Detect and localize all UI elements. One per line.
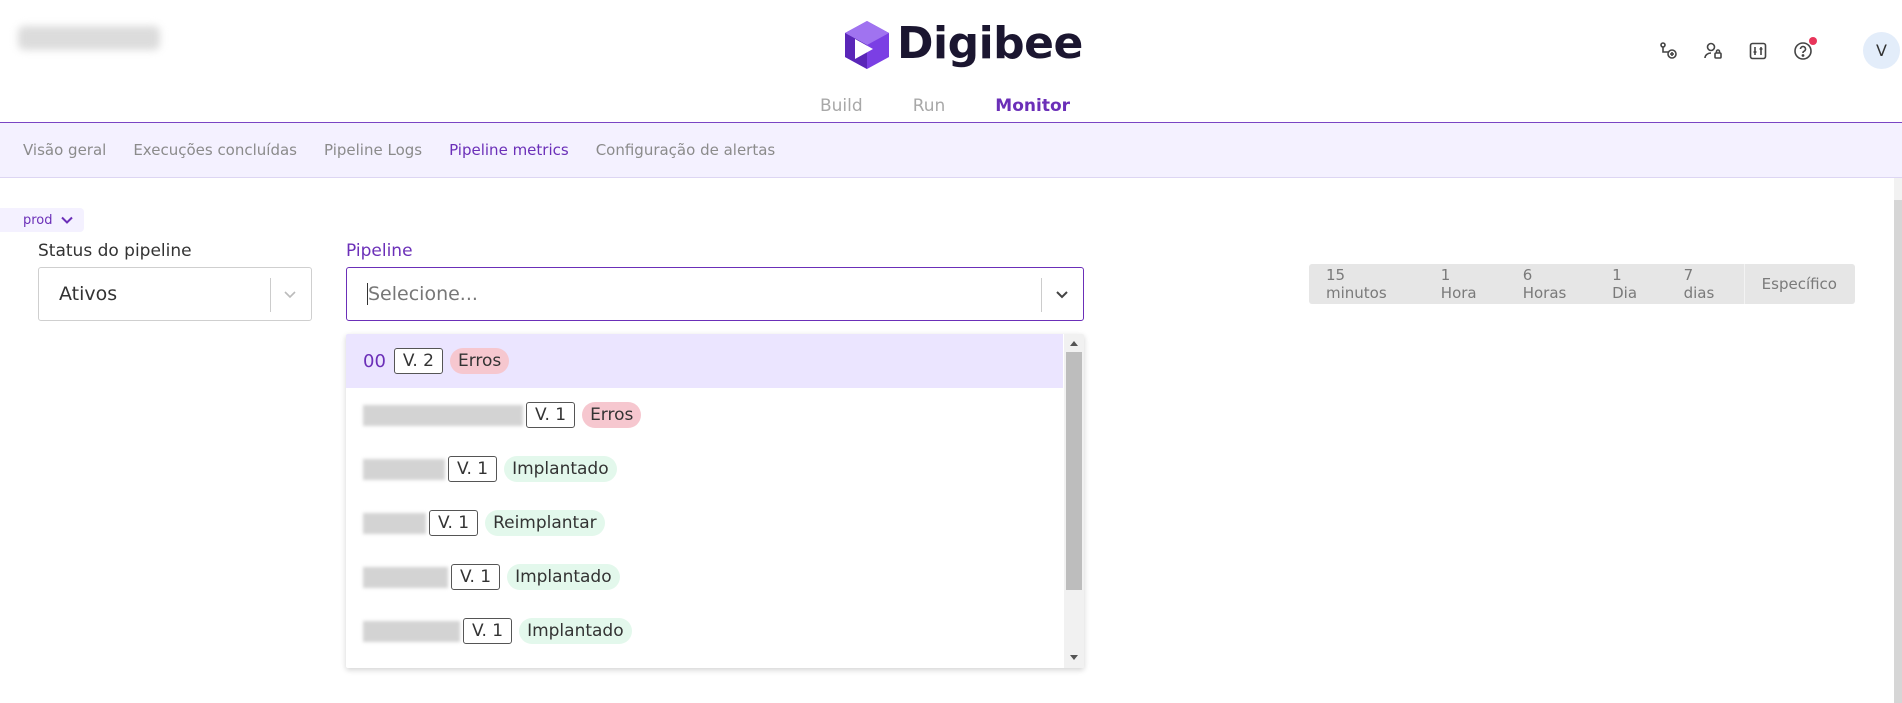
time-range-15min[interactable]: 15 minutos: [1309, 264, 1424, 304]
time-range-selector: 15 minutos 1 Hora 6 Horas 1 Dia 7 dias E…: [1309, 264, 1855, 304]
time-range-1d[interactable]: 1 Dia: [1595, 264, 1667, 304]
status-badge: Erros: [582, 402, 642, 428]
pipeline-option[interactable]: V. 1 Implantado: [346, 550, 1063, 604]
user-avatar[interactable]: V: [1863, 32, 1900, 69]
realm-name-blurred: [18, 26, 160, 50]
environment-selector[interactable]: prod: [0, 208, 84, 232]
help-icon[interactable]: [1791, 36, 1817, 63]
pipeline-name-blurred: [363, 512, 426, 534]
chevron-down-icon[interactable]: [1053, 285, 1071, 303]
header-actions: V: [1656, 32, 1900, 69]
pipeline-select-placeholder: Selecione...: [368, 283, 478, 305]
version-badge: V. 2: [393, 348, 443, 374]
dropdown-scrollbar-thumb[interactable]: [1066, 352, 1082, 590]
monitor-subnav: Visão geral Execuções concluídas Pipelin…: [0, 122, 1902, 178]
chevron-down-icon: [60, 216, 73, 224]
scroll-up-arrow-icon[interactable]: [1068, 338, 1080, 348]
status-badge: Erros: [449, 348, 510, 374]
select-separator: [1041, 278, 1042, 312]
version-badge: V. 1: [429, 510, 479, 536]
time-range-1h[interactable]: 1 Hora: [1424, 264, 1506, 304]
status-badge: Implantado: [504, 456, 617, 482]
main-tabs: Build Run Monitor: [820, 96, 1120, 116]
subnav-item-completed-executions[interactable]: Execuções concluídas: [133, 141, 297, 159]
time-range-specific[interactable]: Específico: [1743, 264, 1855, 304]
logo-text: Digibee: [897, 18, 1083, 69]
app-header: Digibee V Build Run Monitor: [0, 0, 1902, 122]
page-scrollbar-thumb[interactable]: [1894, 200, 1902, 703]
notification-dot: [1809, 36, 1817, 45]
pipeline-option[interactable]: V. 1 Erros: [346, 388, 1063, 442]
tab-build[interactable]: Build: [820, 96, 863, 116]
pipeline-option[interactable]: 00 V. 2 Erros: [346, 334, 1063, 388]
pipeline-name-blurred: [363, 458, 445, 480]
chevron-down-icon: [284, 291, 296, 299]
select-separator: [270, 278, 271, 312]
pipeline-dropdown-menu: 00 V. 2 Erros V. 1 Erros V. 1 Implantado…: [346, 334, 1084, 668]
time-range-7d[interactable]: 7 dias: [1667, 264, 1744, 304]
version-badge: V. 1: [463, 618, 513, 644]
tab-run[interactable]: Run: [913, 96, 946, 116]
status-badge: Implantado: [507, 564, 620, 590]
pipeline-add-icon[interactable]: [1656, 39, 1680, 63]
pipeline-filter-label: Pipeline: [346, 241, 413, 261]
status-select[interactable]: Ativos: [38, 267, 312, 321]
version-badge: V. 1: [448, 456, 498, 482]
status-badge: Implantado: [519, 618, 632, 644]
version-badge: V. 1: [526, 402, 576, 428]
subnav-item-alert-config[interactable]: Configuração de alertas: [596, 141, 776, 159]
user-lock-icon[interactable]: [1701, 39, 1725, 63]
pipeline-select-input[interactable]: Selecione...: [346, 267, 1084, 321]
status-select-value: Ativos: [59, 283, 118, 305]
scroll-down-arrow-icon[interactable]: [1068, 652, 1080, 662]
environment-label: prod: [23, 212, 53, 228]
version-badge: V. 1: [451, 564, 501, 590]
pipeline-name-blurred: [363, 404, 523, 426]
pipeline-name-blurred: [363, 620, 460, 642]
pipeline-option[interactable]: V. 1 Implantado: [346, 604, 1063, 658]
pipeline-option[interactable]: V. 1 Implantado: [346, 442, 1063, 496]
subnav-item-pipeline-logs[interactable]: Pipeline Logs: [324, 141, 422, 159]
settings-sliders-icon[interactable]: [1746, 39, 1770, 63]
subnav-item-pipeline-metrics[interactable]: Pipeline metrics: [449, 141, 569, 159]
status-filter-label: Status do pipeline: [38, 241, 192, 261]
digibee-logo[interactable]: Digibee: [843, 18, 1083, 69]
tab-monitor[interactable]: Monitor: [995, 96, 1070, 116]
subnav-item-overview[interactable]: Visão geral: [23, 141, 106, 159]
pipeline-option[interactable]: V. 1 Reimplantar: [346, 496, 1063, 550]
pipeline-name-blurred: [363, 566, 448, 588]
status-badge: Reimplantar: [485, 510, 605, 536]
time-range-6h[interactable]: 6 Horas: [1506, 264, 1595, 304]
pipeline-option-name: 00: [363, 350, 386, 372]
digibee-logo-icon: [845, 20, 889, 69]
